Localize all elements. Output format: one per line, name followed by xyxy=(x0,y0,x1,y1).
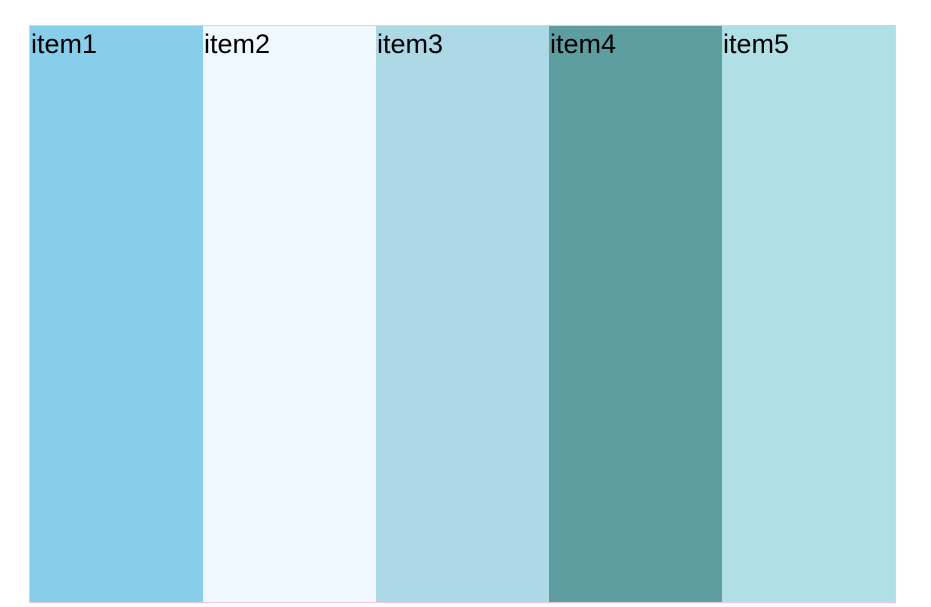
flex-item-1: item1 xyxy=(30,26,203,602)
flex-item-2: item2 xyxy=(203,26,376,602)
flex-item-3: item3 xyxy=(376,26,549,602)
flex-container: item1 item2 item3 item4 item5 xyxy=(29,25,896,603)
flex-item-4: item4 xyxy=(549,26,722,602)
flex-item-5: item5 xyxy=(722,26,895,602)
